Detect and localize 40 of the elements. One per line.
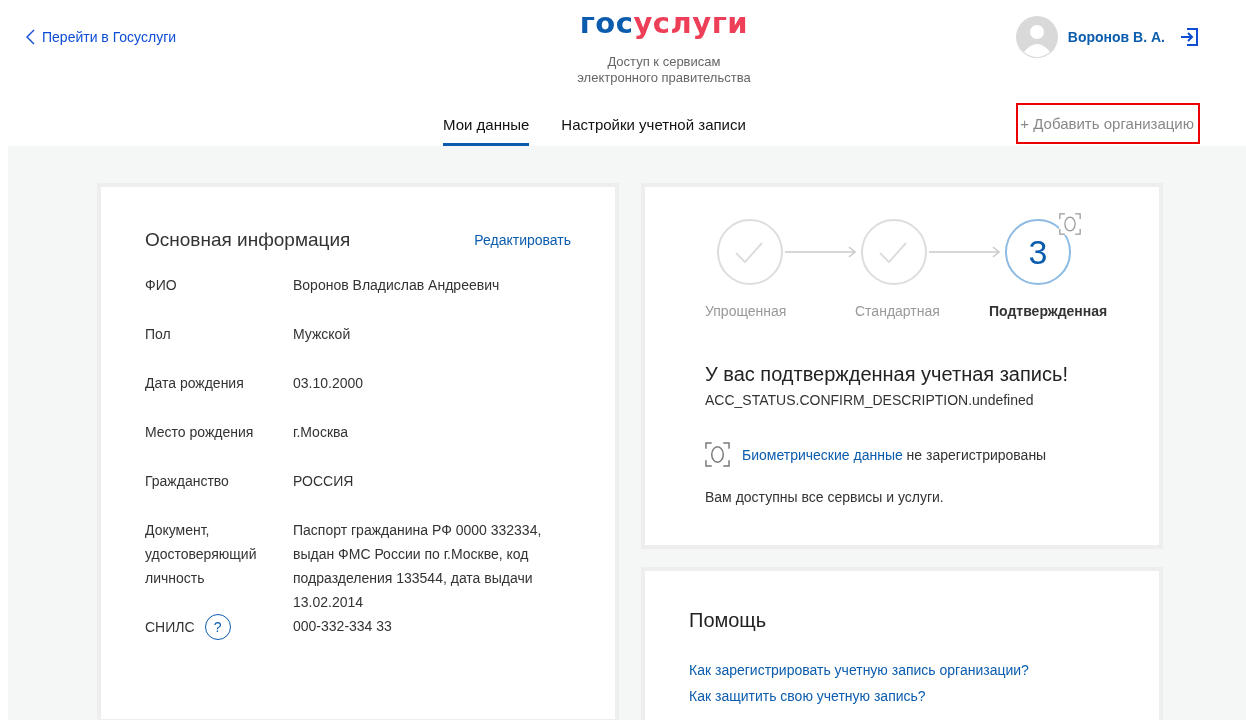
- user-name-link[interactable]: Воронов В. А.: [1067, 29, 1165, 45]
- chevron-left-icon: [26, 29, 35, 45]
- level-label: Подтвержденная: [989, 303, 1109, 319]
- biometric-link[interactable]: Биометрические данные: [742, 446, 903, 463]
- field-value: 03.10.2000: [293, 374, 365, 393]
- help-link[interactable]: Как защитить свою учетную запись?: [689, 688, 1159, 705]
- field-label: ФИО: [145, 276, 177, 295]
- help-button[interactable]: ?: [204, 614, 231, 640]
- logout-icon[interactable]: [1180, 28, 1198, 46]
- arrow-icon: [785, 246, 857, 258]
- face-scan-icon: [705, 442, 730, 467]
- field-value: г.Москва: [293, 423, 350, 442]
- status-title: У вас подтвержденная учетная запись!: [705, 363, 1069, 386]
- field-value: Паспорт гражданина РФ 0000 332334, выдан ФМС России по г.Москве, код подразделения 133544, дата выдачи 13.02.2014: [293, 521, 543, 612]
- face-scan-icon: [1059, 213, 1081, 235]
- field-value: Мужской: [293, 325, 352, 344]
- field-label: Документ, удостоверяющий личность: [145, 521, 258, 588]
- help-title: Помощь: [689, 609, 768, 633]
- logo: госуслуги: [579, 6, 749, 40]
- field-label: Пол: [145, 325, 171, 344]
- level-label: Стандартная: [855, 303, 941, 319]
- field-value: 000-332-334 33: [293, 617, 393, 636]
- level-label: Упрощенная: [705, 303, 788, 319]
- edit-link[interactable]: Редактировать: [474, 232, 571, 248]
- status-description: ACC_STATUS.CONFIRM_DESCRIPTION.undefined: [705, 392, 1035, 408]
- field-label: Дата рождения: [145, 374, 244, 393]
- back-link[interactable]: Перейти в Госуслуги: [26, 29, 177, 45]
- add-organization-link[interactable]: + Добавить организацию: [1016, 103, 1200, 144]
- card-title: Основная информация: [145, 229, 351, 251]
- tab[interactable]: Настройки учетной записи: [561, 103, 746, 146]
- field-label: СНИЛС: [145, 618, 195, 637]
- help-link[interactable]: Как зарегистрировать учетную запись организации?: [689, 662, 1159, 679]
- biometric-status-text: Биометрические данные не зарегистрированы: [742, 446, 1047, 463]
- field-label: Место рождения: [145, 423, 254, 442]
- field-value: РОССИЯ: [293, 472, 355, 491]
- field-value: Воронов Владислав Андреевич: [293, 276, 501, 295]
- tagline: Доступ к сервисам электронного правительства: [577, 54, 751, 86]
- status-note: Вам доступны все сервисы и услуги.: [705, 489, 945, 505]
- arrow-icon: [929, 246, 1001, 258]
- field-label: Гражданство: [145, 472, 229, 491]
